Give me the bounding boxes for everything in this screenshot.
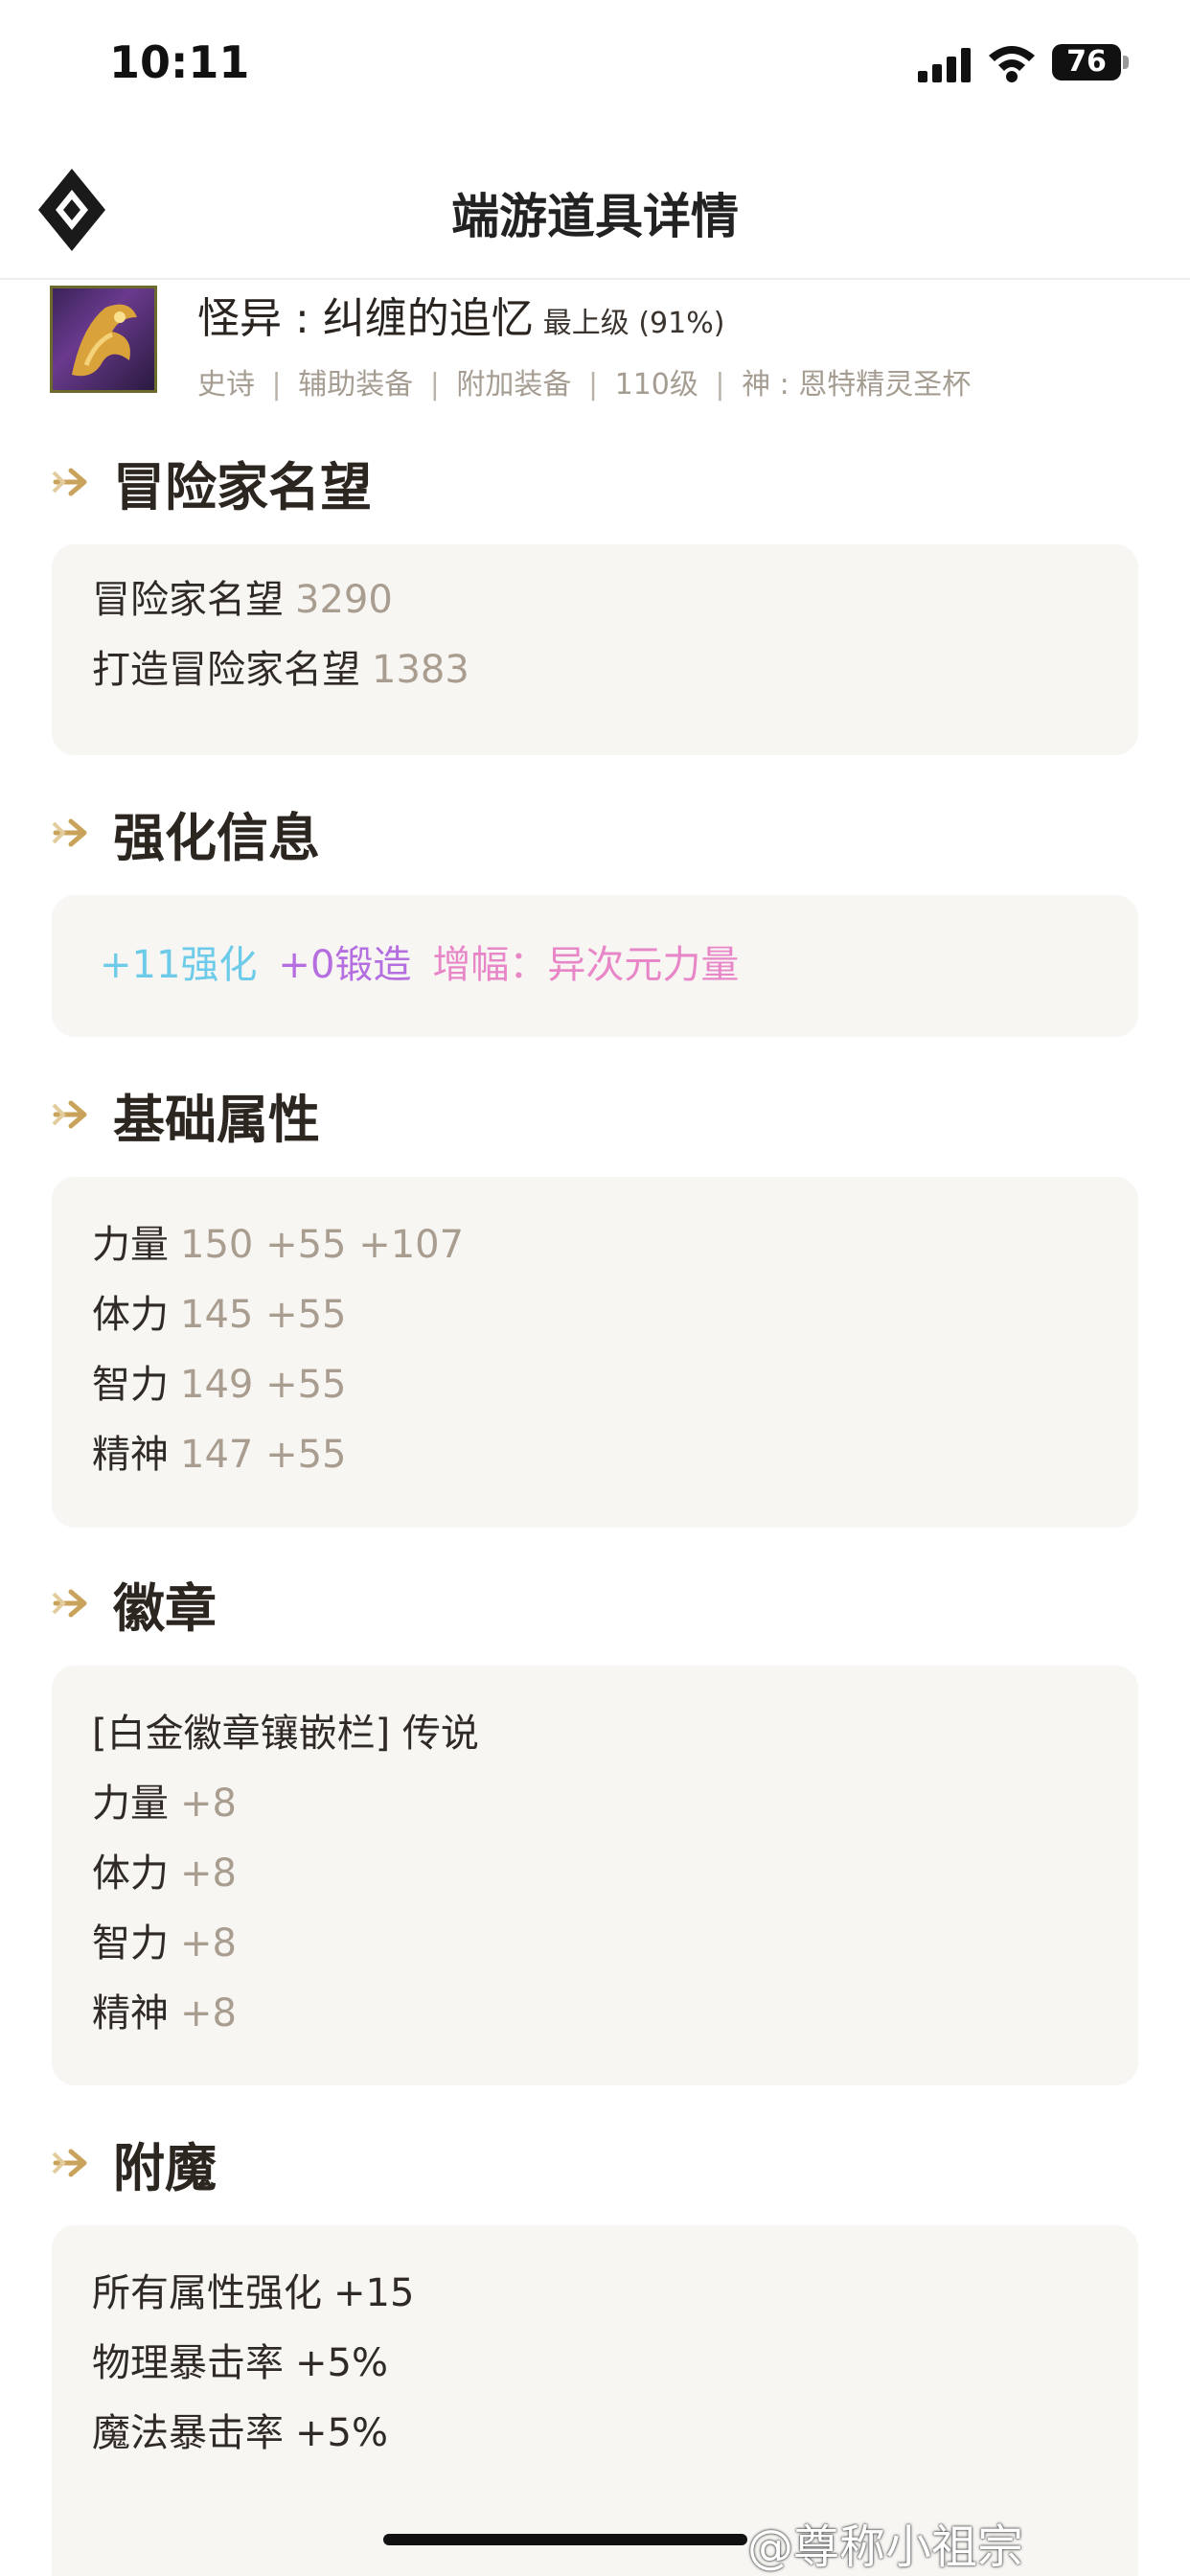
stat-row: 体力 145 +55 <box>92 1280 1098 1350</box>
stat-row: 力量 +8 <box>92 1769 1098 1839</box>
stat-row: 精神 147 +55 <box>92 1420 1098 1490</box>
stat-label: 所有属性强化 <box>92 2271 322 2315</box>
stat-value: +15 <box>333 2271 415 2315</box>
stat-row: 打造冒险家名望 1383 <box>92 635 1098 705</box>
stat-row: 体力 +8 <box>92 1839 1098 1909</box>
item-slot: 附加装备 <box>456 368 572 402</box>
item-name-text: 怪异 : 纠缠的追忆 <box>197 294 534 343</box>
stat-value: 147 +55 <box>180 1433 347 1477</box>
meta-separator: | <box>271 368 282 402</box>
emblem-header: [白金徽章镶嵌栏] 传说 <box>92 1712 479 1756</box>
stat-value: +5% <box>295 2411 388 2455</box>
stat-value: 1383 <box>372 648 469 692</box>
stat-label: 精神 <box>92 1991 169 2036</box>
section-emblem-title: 徽章 <box>52 1570 217 1639</box>
item-thumbnail <box>50 286 157 393</box>
battery-tip <box>1123 56 1129 69</box>
stat-row: 冒险家名望 3290 <box>92 565 1098 635</box>
amplify-type: 增幅：异次元力量 <box>432 943 740 987</box>
section-arrow-icon <box>52 1100 87 1129</box>
enhance-row: +11强化 +0锻造 增幅：异次元力量 <box>100 931 1098 1000</box>
stat-row: 智力 149 +55 <box>92 1350 1098 1420</box>
stat-label: 物理暴击率 <box>92 2341 284 2385</box>
home-indicator[interactable] <box>383 2534 747 2545</box>
stat-row: 精神 +8 <box>92 1979 1098 2049</box>
forge-level: +0锻造 <box>278 943 412 987</box>
section-label: 基础属性 <box>113 1089 320 1150</box>
section-enhance-title: 强化信息 <box>52 799 320 868</box>
item-category: 辅助装备 <box>298 368 414 402</box>
stat-value: +5% <box>295 2341 388 2385</box>
item-rarity: 史诗 <box>197 368 255 402</box>
section-label: 附魔 <box>113 2137 217 2198</box>
section-arrow-icon <box>52 468 87 496</box>
stat-row: 智力 +8 <box>92 1909 1098 1979</box>
reputation-card: 冒险家名望 3290 打造冒险家名望 1383 <box>52 544 1138 755</box>
status-bar: 10:11 76 <box>0 0 1190 134</box>
stat-value: +8 <box>180 1991 237 2036</box>
item-art-icon <box>72 304 137 377</box>
stat-label: 智力 <box>92 1921 169 1966</box>
item-name: 怪异 : 纠缠的追忆 最上级 (91%) <box>197 284 724 345</box>
meta-separator: | <box>715 368 725 402</box>
section-label: 徽章 <box>113 1577 217 1639</box>
stat-value: +8 <box>180 1921 237 1966</box>
section-enchant-title: 附魔 <box>52 2129 217 2198</box>
stat-row: 力量 150 +55 +107 <box>92 1210 1098 1280</box>
section-arrow-icon <box>52 2149 87 2177</box>
battery-indicator: 76 <box>1052 44 1121 80</box>
section-label: 冒险家名望 <box>113 456 372 518</box>
stat-label: 力量 <box>92 1782 169 1826</box>
stat-label: 体力 <box>92 1852 169 1896</box>
stat-value: 145 +55 <box>180 1293 347 1337</box>
cellular-signal-icon <box>918 48 971 82</box>
stat-label: 魔法暴击率 <box>92 2411 284 2455</box>
item-set: 神 : 恩特精灵圣杯 <box>742 368 972 402</box>
meta-separator: | <box>587 368 599 402</box>
reinforce-level: +11强化 <box>100 943 258 987</box>
stat-label: 冒险家名望 <box>92 578 284 622</box>
stat-label: 智力 <box>92 1363 169 1407</box>
section-arrow-icon <box>52 818 87 847</box>
stat-value: +8 <box>180 1852 237 1896</box>
section-label: 强化信息 <box>113 807 320 868</box>
stat-value: 149 +55 <box>180 1363 347 1407</box>
enhance-card: +11强化 +0锻造 增幅：异次元力量 <box>52 895 1138 1037</box>
emblem-card: [白金徽章镶嵌栏] 传说 力量 +8 体力 +8 智力 +8 精神 +8 <box>52 1666 1138 2085</box>
section-reputation-title: 冒险家名望 <box>52 448 372 518</box>
stat-label: 打造冒险家名望 <box>92 648 360 692</box>
stat-label: 精神 <box>92 1433 169 1477</box>
status-time: 10:11 <box>109 36 250 88</box>
wifi-icon <box>989 46 1035 82</box>
stat-label: 力量 <box>92 1223 169 1267</box>
stat-row: 所有属性强化 +15 <box>92 2259 1098 2329</box>
stat-value: 150 +55 +107 <box>180 1223 465 1267</box>
watermark: @尊称小祖宗 <box>747 2520 1024 2574</box>
section-base-stats-title: 基础属性 <box>52 1081 320 1150</box>
page-title: 端游道具详情 <box>451 189 739 244</box>
item-meta: 史诗 | 辅助装备 | 附加装备 | 110级 | 神 : 恩特精灵圣杯 <box>197 360 978 402</box>
meta-separator: | <box>429 368 440 402</box>
item-level: 110级 <box>614 368 698 402</box>
item-grade: 最上级 (91%) <box>542 307 725 340</box>
section-arrow-icon <box>52 1589 87 1618</box>
stat-row: 物理暴击率 +5% <box>92 2329 1098 2399</box>
stat-row: 魔法暴击率 +5% <box>92 2399 1098 2469</box>
stat-value: +8 <box>180 1782 237 1826</box>
base-stats-card: 力量 150 +55 +107 体力 145 +55 智力 149 +55 精神 147… <box>52 1177 1138 1528</box>
stat-value: 3290 <box>295 578 393 622</box>
stat-label: 体力 <box>92 1293 169 1337</box>
